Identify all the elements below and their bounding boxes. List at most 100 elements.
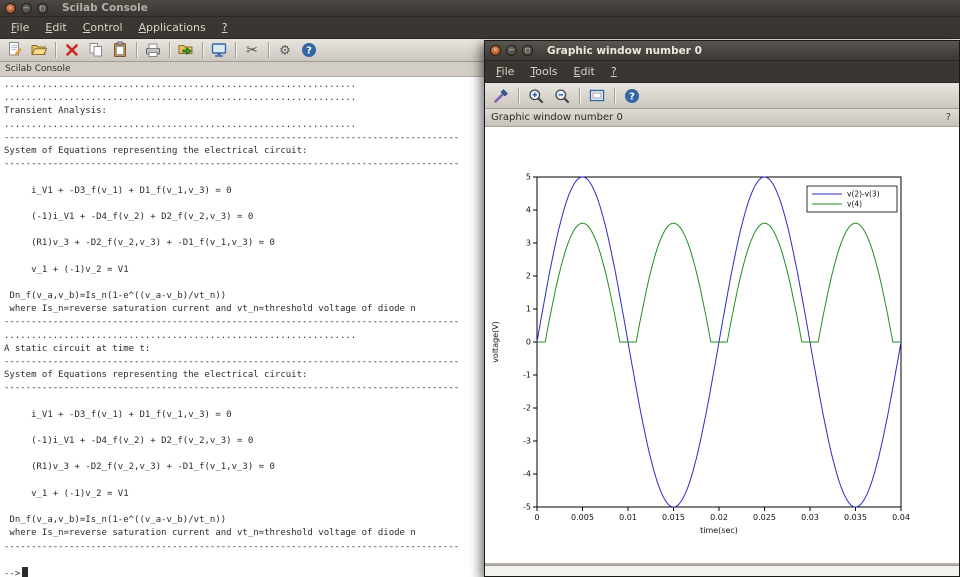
plot-area[interactable]: 0 0.005 0.01 0.015 0.02 0.025 0.03 0.035 0.04 -5 -… xyxy=(485,127,959,563)
demonstrations-icon xyxy=(210,41,228,59)
toolbar-separator xyxy=(518,88,519,104)
svg-text:-2: -2 xyxy=(523,404,531,413)
cut-button[interactable] xyxy=(60,40,84,61)
svg-text:5: 5 xyxy=(526,173,531,182)
paste-button[interactable] xyxy=(108,40,132,61)
scinotes-icon xyxy=(6,41,24,59)
demonstrations-button[interactable] xyxy=(207,40,231,61)
svg-text:4: 4 xyxy=(526,206,531,215)
console-dock-label: Scilab Console xyxy=(5,64,70,74)
svg-text:0.03: 0.03 xyxy=(801,513,819,522)
toolbar-separator xyxy=(202,42,203,58)
graphic-window: × − ◻ Graphic window number 0 FileToolsE… xyxy=(484,40,960,577)
svg-text:v(4): v(4) xyxy=(847,200,862,209)
graphic-toolbar: ? xyxy=(485,83,959,109)
svg-text:time(sec): time(sec) xyxy=(700,526,738,535)
svg-text:0: 0 xyxy=(526,338,531,347)
svg-text:⚙: ⚙ xyxy=(279,44,291,59)
svg-text:✂: ✂ xyxy=(246,43,258,59)
figure-dock-label: Graphic window number 0 xyxy=(491,112,623,123)
window-title: Scilab Console xyxy=(62,2,148,14)
zoom-out-button[interactable] xyxy=(549,84,575,107)
svg-text:?: ? xyxy=(306,45,312,56)
graphic-menu-tools[interactable]: Tools xyxy=(522,62,565,81)
preferences-icon: ⚙ xyxy=(276,41,294,59)
svg-text:v(2)-v(3): v(2)-v(3) xyxy=(847,190,880,199)
about-icon: ? xyxy=(300,41,318,59)
zoom-in-button[interactable] xyxy=(523,84,549,107)
svg-text:0.035: 0.035 xyxy=(844,513,867,522)
maximize-button[interactable]: ◻ xyxy=(522,45,533,56)
text-cursor xyxy=(22,567,28,577)
preferences-button[interactable]: ⚙ xyxy=(273,40,297,61)
minimize-button[interactable]: − xyxy=(506,45,517,56)
svg-text:voltage(V): voltage(V) xyxy=(491,321,500,363)
scilab-menu-file[interactable]: File xyxy=(3,18,37,37)
window-title: Graphic window number 0 xyxy=(547,45,702,57)
original-view-button[interactable] xyxy=(584,84,610,107)
graphic-menubar: FileToolsEdit? xyxy=(485,61,959,83)
toolbar-separator xyxy=(268,42,269,58)
help-icon: ? xyxy=(623,87,641,105)
print-button[interactable] xyxy=(141,40,165,61)
svg-text:-3: -3 xyxy=(523,437,531,446)
help-button[interactable]: ? xyxy=(619,84,645,107)
svg-text:0.04: 0.04 xyxy=(892,513,910,522)
toolbar-separator xyxy=(55,42,56,58)
svg-text:0.025: 0.025 xyxy=(753,513,776,522)
open-file-button[interactable] xyxy=(27,40,51,61)
graphic-menu-edit[interactable]: Edit xyxy=(566,62,603,81)
scilab-menu-applications[interactable]: Applications xyxy=(131,18,214,37)
minimize-button[interactable]: − xyxy=(21,3,32,14)
svg-text:0.005: 0.005 xyxy=(571,513,594,522)
svg-text:3: 3 xyxy=(526,239,531,248)
toolbar-separator xyxy=(169,42,170,58)
svg-text:0.01: 0.01 xyxy=(619,513,637,522)
scilab-titlebar[interactable]: × − ◻ Scilab Console xyxy=(0,0,960,17)
svg-text:0.02: 0.02 xyxy=(710,513,728,522)
change-directory-button[interactable] xyxy=(174,40,198,61)
edit-figure-icon xyxy=(492,87,510,105)
toolbar-separator xyxy=(235,42,236,58)
graphic-titlebar[interactable]: × − ◻ Graphic window number 0 xyxy=(485,41,959,61)
xcos-icon: ✂ xyxy=(243,41,261,59)
graphic-menu-file[interactable]: File xyxy=(488,62,522,81)
copy-button[interactable] xyxy=(84,40,108,61)
original-view-icon xyxy=(588,87,606,105)
copy-icon xyxy=(87,41,105,59)
dock-help-button[interactable]: ? xyxy=(944,112,953,123)
svg-text:-5: -5 xyxy=(523,503,531,512)
svg-text:-1: -1 xyxy=(523,371,531,380)
about-button[interactable]: ? xyxy=(297,40,321,61)
close-button[interactable]: × xyxy=(490,45,501,56)
xcos-button[interactable]: ✂ xyxy=(240,40,264,61)
figure-dock-header: Graphic window number 0 ? xyxy=(485,109,959,127)
scilab-menu-control[interactable]: Control xyxy=(75,18,131,37)
toolbar-separator xyxy=(579,88,580,104)
cut-icon xyxy=(63,41,81,59)
edit-figure-button[interactable] xyxy=(488,84,514,107)
paste-icon xyxy=(111,41,129,59)
prompt-label: --> xyxy=(4,569,20,577)
svg-text:-4: -4 xyxy=(523,470,531,479)
open-file-icon xyxy=(30,41,48,59)
svg-text:?: ? xyxy=(629,91,635,102)
svg-text:0: 0 xyxy=(534,513,539,522)
maximize-button[interactable]: ◻ xyxy=(37,3,48,14)
graphic-menu-help[interactable]: ? xyxy=(603,62,625,81)
scinotes-button[interactable] xyxy=(3,40,27,61)
scilab-menubar: FileEditControlApplications? xyxy=(0,17,960,39)
scilab-menu-help[interactable]: ? xyxy=(214,18,236,37)
toolbar-separator xyxy=(614,88,615,104)
zoom-out-icon xyxy=(553,87,571,105)
close-button[interactable]: × xyxy=(5,3,16,14)
print-icon xyxy=(144,41,162,59)
change-directory-icon xyxy=(177,41,195,59)
zoom-in-icon xyxy=(527,87,545,105)
scilab-menu-edit[interactable]: Edit xyxy=(37,18,74,37)
figure-statusbar xyxy=(485,565,959,576)
svg-text:1: 1 xyxy=(526,305,531,314)
svg-text:2: 2 xyxy=(526,272,531,281)
figure-canvas[interactable]: 0 0.005 0.01 0.015 0.02 0.025 0.03 0.035 0.04 -5 -… xyxy=(485,127,959,563)
svg-text:0.015: 0.015 xyxy=(662,513,685,522)
